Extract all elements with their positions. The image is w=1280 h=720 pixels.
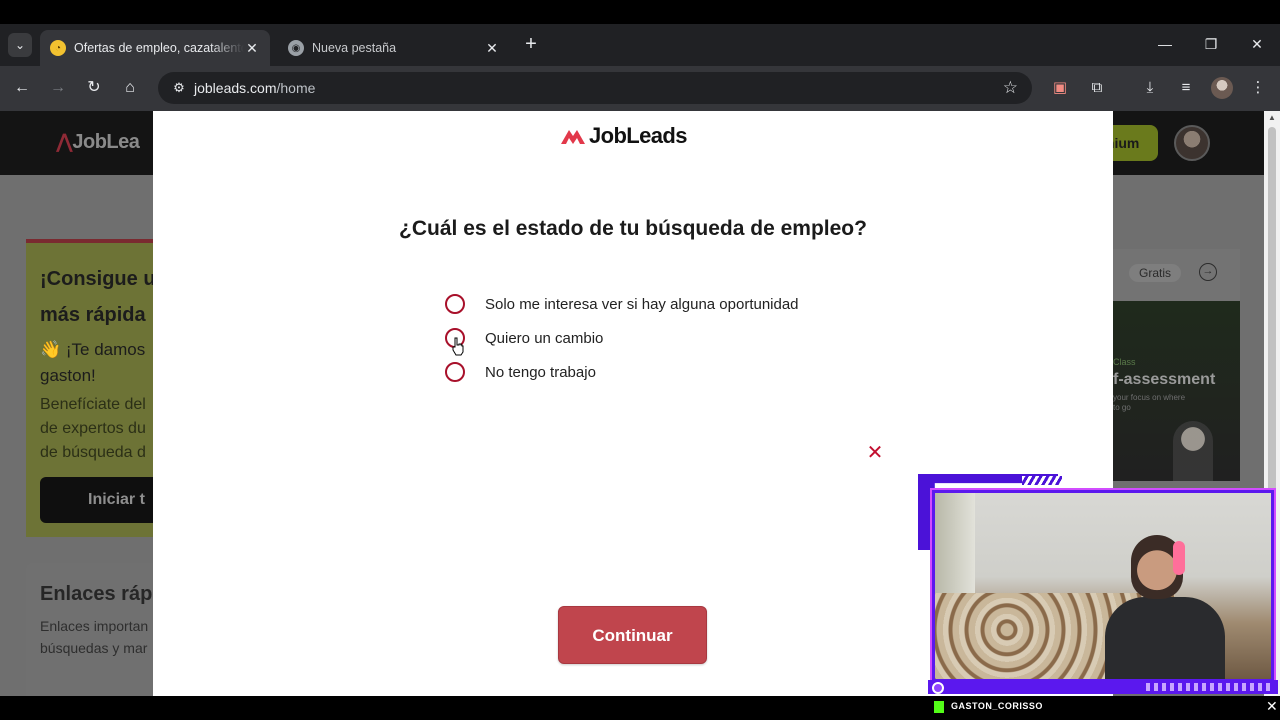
url-host: jobleads.com (194, 80, 277, 96)
media-control-icon[interactable]: ≡ (1174, 76, 1198, 100)
promo-description: Benefíciate del de expertos du de búsqueda… (40, 393, 146, 465)
free-badge: Gratis (1129, 264, 1182, 282)
picture-in-picture-icon[interactable]: ▣ (1048, 76, 1072, 100)
continue-button[interactable]: Continuar (558, 606, 707, 664)
twitch-icon (932, 682, 944, 694)
modal-logo-text: JobLeads (589, 123, 688, 148)
quick-links-line: Enlaces importan (40, 618, 149, 634)
tab-close-icon[interactable]: ✕ (244, 40, 260, 57)
option-just-looking[interactable]: Solo me interesa ver si hay alguna oport… (445, 287, 799, 321)
promo-greeting: 👋 ¡Te damos gaston! (40, 337, 145, 389)
radio-button[interactable] (445, 294, 465, 314)
tab-close-icon[interactable]: ✕ (484, 40, 500, 57)
screen-top-bar (0, 0, 1280, 24)
webcam-person-body (1105, 597, 1225, 679)
tab-title: Ofertas de empleo, cazatalentos (74, 41, 244, 55)
browser-toolbar: ← → ↻ ⌂ ⚙ jobleads.com/home ☆ ▣ ⧉ ⤓ ≡ ⋮ (0, 66, 1280, 111)
url-text[interactable]: jobleads.com/home (194, 80, 315, 96)
streamer-name: GASTON_CORISSO (951, 701, 1043, 711)
forward-arrow-icon[interactable]: → (46, 76, 70, 100)
bookmark-star-icon[interactable]: ☆ (1003, 78, 1018, 98)
overlay-stripes (1022, 476, 1062, 485)
scroll-up-arrow-icon[interactable]: ▲ (1268, 113, 1276, 122)
promo-greeting-line: gaston! (40, 366, 96, 385)
option-label[interactable]: Quiero un cambio (485, 330, 603, 347)
profile-avatar[interactable] (1211, 77, 1233, 99)
tab-strip: ⌄ ◔ Ofertas de empleo, cazatalentos ✕ ◉ … (0, 24, 1280, 66)
overlay-dots (1146, 683, 1274, 691)
tab-new-tab[interactable]: ◉ Nueva pestaña ✕ (278, 30, 510, 66)
close-window-icon[interactable]: ✕ (1244, 32, 1270, 56)
chevron-down-icon: ⌄ (14, 38, 26, 52)
promo-heading-line: más rápida (40, 304, 146, 326)
tab-title: Nueva pestaña (312, 41, 397, 55)
option-label[interactable]: No tengo trabajo (485, 364, 596, 381)
quick-links-heading: Enlaces ráp (40, 583, 153, 605)
jobleads-favicon-icon: ◔ (50, 40, 66, 56)
option-want-change[interactable]: Quiero un cambio (445, 321, 799, 355)
jobleads-logo-icon: ⋀ (56, 131, 73, 153)
hand-cursor-icon (452, 337, 464, 356)
status-options: Solo me interesa ver si hay alguna oport… (445, 287, 799, 389)
extensions-icon[interactable]: ⧉ (1085, 76, 1109, 100)
headset-icon (1173, 541, 1185, 575)
option-no-job[interactable]: No tengo trabajo (445, 355, 799, 389)
masterclass-speaker-image (1173, 421, 1213, 481)
chrome-favicon-icon: ◉ (288, 40, 304, 56)
address-bar[interactable]: ⚙ jobleads.com/home ☆ (158, 72, 1032, 104)
tab-search-button[interactable]: ⌄ (8, 33, 32, 57)
webcam-video (930, 488, 1276, 684)
reload-icon[interactable]: ↻ (82, 76, 106, 100)
masterclass-title: f-assessment (1113, 371, 1216, 388)
tab-jobleads[interactable]: ◔ Ofertas de empleo, cazatalentos ✕ (40, 30, 270, 66)
quick-links-line: búsquedas y mar (40, 640, 148, 656)
site-logo: ⋀JobLea (56, 129, 140, 154)
masterclass-kicker: Class (1113, 357, 1136, 367)
close-icon[interactable]: ✕ (1266, 698, 1278, 715)
user-avatar (1174, 125, 1210, 161)
quick-links-text: Enlaces importan búsquedas y mar (40, 615, 148, 659)
jobleads-logo-icon (561, 130, 585, 144)
promo-card: ¡Consigue u más rápida 👋 ¡Te damos gaston!… (26, 239, 180, 537)
promo-description-line: de expertos du (40, 420, 146, 437)
option-label[interactable]: Solo me interesa ver si hay alguna oport… (485, 296, 799, 313)
download-icon[interactable]: ⤓ (1138, 76, 1162, 100)
promo-heading: ¡Consigue u más rápida (40, 261, 156, 333)
masterclass-subtitle-line: your focus on where (1113, 393, 1186, 402)
menu-kebab-icon[interactable]: ⋮ (1246, 76, 1270, 100)
masterclass-card-header: Gratis → (1113, 249, 1240, 301)
promo-heading-line: ¡Consigue u (40, 268, 156, 290)
stream-status-bar: GASTON_CORISSO ✕ (0, 696, 1280, 720)
radio-button[interactable] (445, 362, 465, 382)
arrow-right-circle-icon: → (1199, 263, 1217, 281)
close-icon[interactable]: ✕ (865, 443, 885, 463)
minimize-icon[interactable]: — (1152, 32, 1178, 56)
quick-links-card: Enlaces ráp Enlaces importan búsquedas y … (26, 563, 166, 696)
home-icon[interactable]: ⌂ (118, 76, 142, 100)
promo-description-line: Benefíciate del (40, 396, 146, 413)
back-arrow-icon[interactable]: ← (10, 76, 34, 100)
modal-logo: JobLeads (559, 123, 688, 149)
site-info-icon[interactable]: ⚙ (164, 80, 194, 96)
webcam-overlay (918, 474, 1280, 696)
new-tab-plus-icon[interactable]: + (520, 34, 542, 56)
masterclass-banner: Class f-assessment your focus on where to… (1113, 301, 1240, 481)
site-logo-text: JobLea (72, 131, 140, 153)
question-heading: ¿Cuál es el estado de tu búsqueda de emp… (399, 217, 867, 240)
kick-icon (934, 701, 944, 713)
promo-greeting-line: 👋 ¡Te damos (40, 340, 146, 359)
masterclass-subtitle-line: to go (1113, 403, 1131, 412)
url-path: /home (276, 80, 316, 96)
promo-description-line: de búsqueda d (40, 444, 146, 461)
restore-icon[interactable]: ❐ (1198, 32, 1224, 56)
masterclass-subtitle: your focus on where to go (1113, 393, 1185, 413)
